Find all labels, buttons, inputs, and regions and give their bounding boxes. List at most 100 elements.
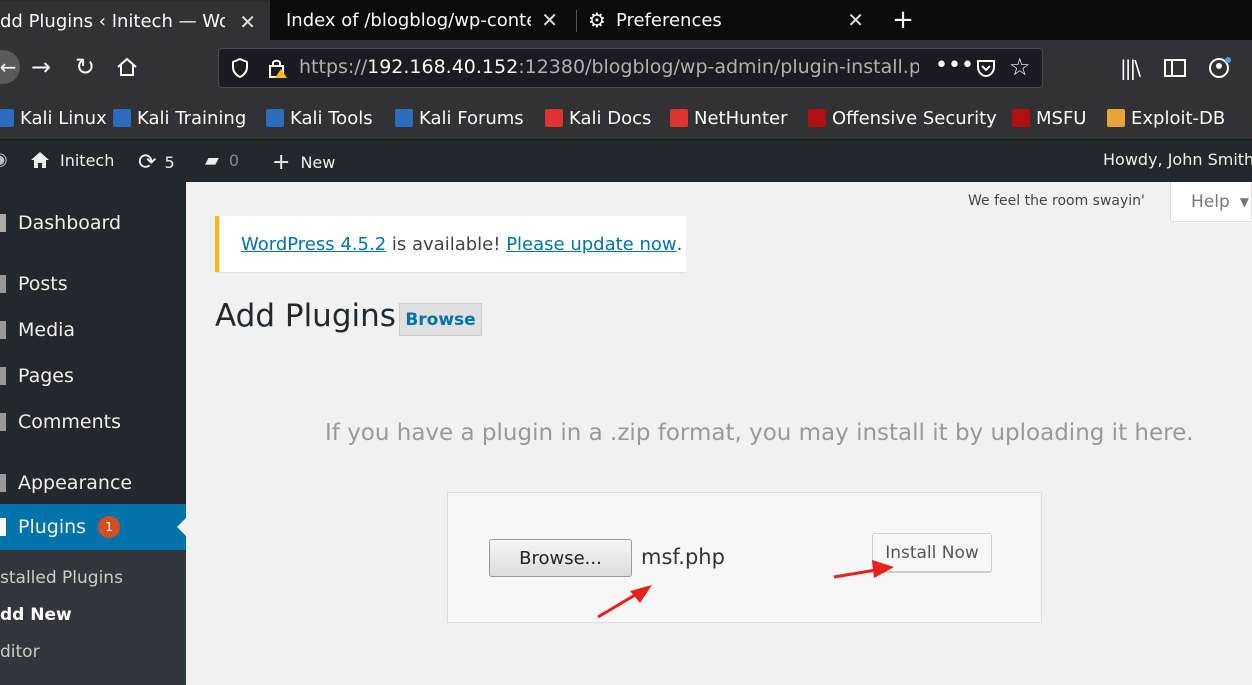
forward-button[interactable]: →: [24, 50, 58, 84]
menu-appearance[interactable]: Appearance: [0, 470, 186, 496]
menu-pages[interactable]: Pages: [0, 363, 186, 389]
browse-plugins-button[interactable]: Browse: [399, 303, 482, 336]
submenu-installed-plugins[interactable]: stalled Plugins: [0, 568, 123, 588]
bookmark-item[interactable]: Kali Forums: [395, 105, 524, 131]
dashboard-icon: [0, 214, 6, 232]
menu-label: Dashboard: [18, 212, 122, 234]
hello-dolly-lyric: We feel the room swayin': [968, 193, 1145, 209]
help-label: Help: [1191, 191, 1230, 212]
comment-bubble-icon: ▰: [205, 150, 219, 171]
bookmark-favicon-icon: [266, 109, 284, 127]
close-tab-icon[interactable]: ✕: [541, 8, 558, 32]
bookmark-label: Kali Forums: [419, 107, 524, 129]
menu-label: Appearance: [18, 472, 133, 494]
bookmark-item[interactable]: Kali Training: [113, 105, 246, 131]
annotation-arrow-icon: [597, 585, 652, 619]
menu-posts[interactable]: Posts: [0, 271, 186, 297]
updates-link[interactable]: ⟳ 5: [138, 150, 175, 175]
posts-icon: [0, 275, 6, 293]
menu-label: Posts: [18, 273, 68, 295]
menu-label: Comments: [18, 411, 121, 433]
bookmark-item[interactable]: NetHunter: [670, 105, 787, 131]
wordpress-logo-icon[interactable]: ◉: [0, 149, 8, 170]
tab-add-plugins[interactable]: dd Plugins ‹ Initech — Wor ✕: [0, 0, 270, 40]
bookmark-label: NetHunter: [694, 107, 788, 129]
bookmark-item[interactable]: Exploit-DB: [1107, 105, 1225, 131]
submenu-add-new[interactable]: dd New: [0, 605, 72, 625]
site-name-link[interactable]: Initech: [30, 150, 114, 170]
pocket-icon[interactable]: [975, 57, 997, 83]
shield-icon: [231, 57, 249, 83]
url-text[interactable]: https://192.168.40.152:12380/blogblog/wp…: [299, 56, 919, 78]
back-button[interactable]: ←: [0, 50, 20, 84]
plugins-update-badge: 1: [98, 516, 121, 538]
bookmark-favicon-icon: [0, 109, 14, 127]
submenu-editor[interactable]: ditor: [0, 642, 40, 662]
bookmark-item[interactable]: Kali Linux: [0, 105, 107, 131]
page-actions-icon[interactable]: •••: [935, 53, 974, 78]
bookmark-favicon-icon: [1107, 109, 1125, 127]
update-now-link[interactable]: Please update now: [506, 234, 676, 255]
menu-comments[interactable]: Comments: [0, 409, 186, 435]
arrow-left-icon: ←: [0, 55, 17, 79]
bookmark-item[interactable]: Kali Docs: [545, 105, 651, 131]
bookmark-favicon-icon: [808, 109, 826, 127]
account-icon[interactable]: [1207, 56, 1233, 84]
bookmark-label: Kali Tools: [290, 107, 373, 129]
reload-button[interactable]: ↻: [68, 50, 102, 84]
browser-toolbar: ← → ↻ https://192.168.40.152:12380/blogb…: [0, 40, 1252, 96]
admin-sidebar: Dashboard Posts Media Pages Comments App…: [0, 182, 186, 685]
tab-preferences[interactable]: ⚙ Preferences ✕: [580, 0, 878, 40]
new-label: New: [300, 153, 336, 172]
home-button[interactable]: [110, 50, 144, 84]
gear-icon: ⚙: [588, 8, 606, 32]
new-tab-button[interactable]: +: [886, 0, 920, 40]
file-browse-button[interactable]: Browse...: [489, 539, 632, 577]
bookmark-item[interactable]: Offensive Security: [808, 105, 997, 131]
comments-count: 0: [228, 151, 240, 170]
menu-plugins[interactable]: Plugins 1: [0, 504, 186, 550]
comments-link[interactable]: ▰ 0: [205, 150, 239, 171]
bookmark-label: Kali Linux: [20, 107, 107, 129]
caret-down-icon: ▼: [1239, 194, 1249, 209]
menu-label: Plugins: [18, 516, 87, 538]
url-scheme: https://: [299, 56, 368, 78]
notice-text: is available!: [386, 233, 507, 255]
tab-divider: [576, 10, 577, 32]
help-tab[interactable]: Help ▼: [1170, 182, 1252, 222]
site-name: Initech: [60, 150, 115, 170]
updates-icon: ⟳: [138, 150, 157, 175]
close-tab-icon[interactable]: ✕: [239, 10, 256, 34]
library-icon[interactable]: |||\: [1120, 56, 1141, 80]
howdy-user[interactable]: Howdy, John Smith: [1103, 150, 1252, 169]
url-host: 192.168.40.152: [367, 56, 519, 78]
bookmark-star-icon[interactable]: ☆: [1009, 53, 1031, 81]
bookmark-label: Kali Training: [137, 107, 247, 129]
url-bar[interactable]: https://192.168.40.152:12380/blogblog/wp…: [218, 48, 1043, 88]
insecure-lock-icon[interactable]: [267, 57, 289, 83]
wordpress-version-link[interactable]: WordPress 4.5.2: [241, 234, 386, 255]
updates-count: 5: [164, 153, 175, 172]
menu-media[interactable]: Media: [0, 317, 186, 343]
new-content-link[interactable]: + New: [272, 150, 335, 175]
tab-index-of[interactable]: Index of /blogblog/wp-conte ✕: [272, 0, 572, 40]
menu-dashboard[interactable]: Dashboard: [0, 210, 186, 236]
sidebar-toggle-icon[interactable]: [1163, 58, 1187, 82]
bookmark-item[interactable]: MSFU: [1012, 105, 1086, 131]
bookmark-favicon-icon: [1012, 109, 1030, 127]
menu-label: Media: [18, 319, 76, 341]
selected-file-name: msf.php: [641, 545, 725, 569]
bookmark-label: MSFU: [1036, 107, 1087, 129]
upload-instructions: If you have a plugin in a .zip format, y…: [325, 420, 1194, 446]
annotation-arrow-icon: [833, 560, 894, 579]
bookmark-favicon-icon: [395, 109, 413, 127]
comments-icon: [0, 413, 6, 431]
wp-admin-bar: ◉ Initech ⟳ 5 ▰ 0 + New Howdy, John Smit…: [0, 140, 1252, 182]
update-notice: WordPress 4.5.2 is available! Please upd…: [215, 216, 686, 272]
close-tab-icon[interactable]: ✕: [847, 8, 864, 32]
browser-tab-bar: dd Plugins ‹ Initech — Wor ✕ Index of /b…: [0, 0, 1252, 40]
bookmark-label: Kali Docs: [569, 107, 652, 129]
home-icon: [117, 57, 137, 76]
page-title: Add Plugins: [215, 298, 396, 334]
bookmark-item[interactable]: Kali Tools: [266, 105, 373, 131]
